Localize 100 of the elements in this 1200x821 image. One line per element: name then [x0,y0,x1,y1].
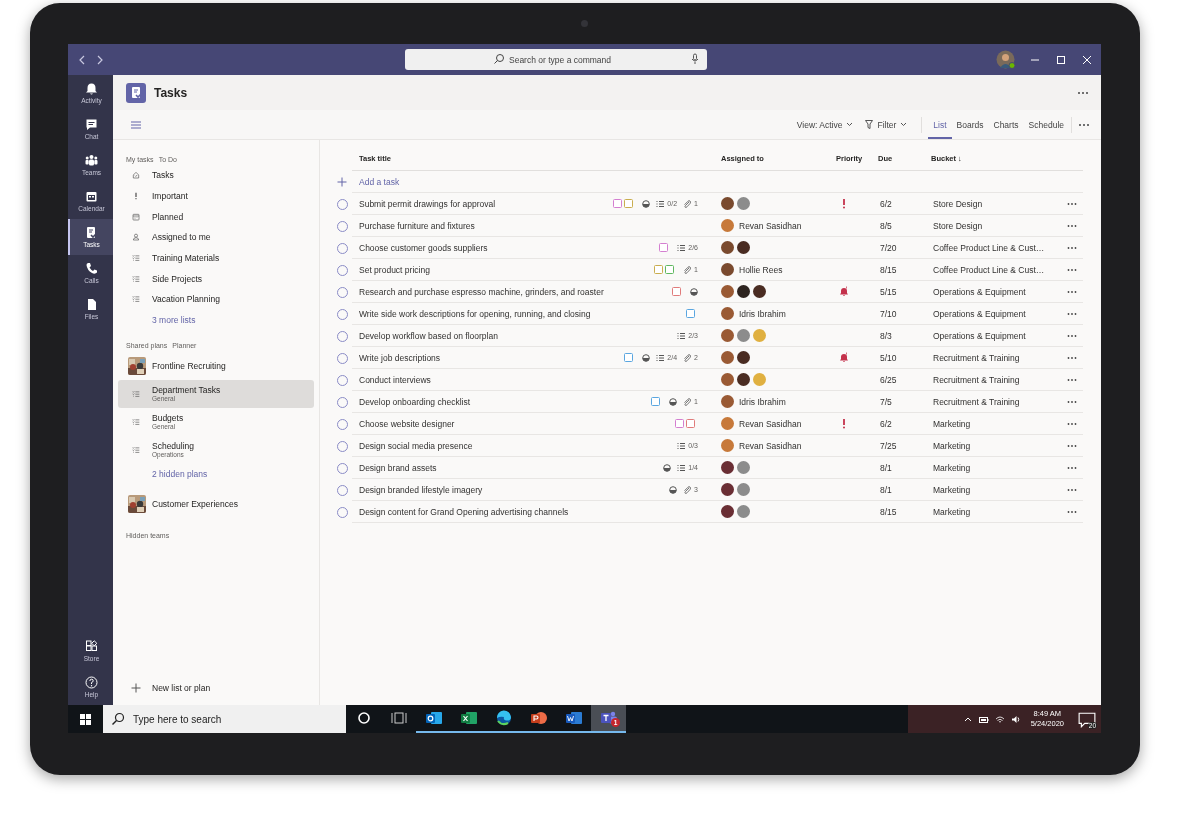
document-app-icon [564,710,583,726]
search-icon [111,712,125,726]
notification-icon[interactable] [1078,712,1096,728]
task-title[interactable]: Develop workflow based on floorplan [352,330,678,341]
paperclip-icon [683,353,692,362]
tab[interactable]: Charts [988,110,1024,139]
checklist-icon [656,353,665,362]
tab[interactable]: List [928,110,952,139]
bucket-name: Operations & Equipment [932,330,1027,341]
sidebar-item[interactable]: Vacation Planning [118,289,314,310]
more-icon[interactable] [1065,311,1078,316]
task-title[interactable]: Design content for Grand Opening advertising channels [352,506,701,517]
sidebar-item[interactable]: Tasks [118,165,314,186]
more-lists-link[interactable]: 3 more lists [152,309,314,330]
search-icon [493,53,505,65]
task-title[interactable]: Purchase furniture and fixtures [352,220,701,231]
paperclip-icon [683,397,692,406]
tab[interactable]: Schedule [1023,110,1069,139]
hidden-plans-link[interactable]: 2 hidden plans [152,463,314,484]
bucket-name: Recruitment & Training [932,374,1021,385]
sidebar-item[interactable]: Frontline Recruiting [118,351,314,380]
more-icon[interactable] [1065,443,1078,448]
new-list-button[interactable]: New list or plan [118,683,314,693]
more-icon[interactable] [1065,355,1078,360]
task-title[interactable]: Research and purchase espresso machine, grinders, and roaster [352,286,672,297]
tab[interactable]: Boards [951,110,989,139]
due-date: 7/20 [879,242,898,253]
more-icon[interactable] [1065,487,1078,492]
add-task-link[interactable]: Add a task [352,176,721,187]
browser-icon [494,710,513,726]
task-title[interactable]: Choose website designer [352,418,675,429]
filter-dropdown[interactable]: Filter [865,119,908,130]
paperclip-icon [683,265,692,274]
more-icon[interactable] [1065,399,1078,404]
windows-icon[interactable] [80,713,91,725]
bucket-name: Store Design [932,220,984,231]
plus-icon[interactable] [337,177,347,187]
assignee-name: Revan Sasidhan [739,440,802,451]
checklist-icon [677,463,686,472]
search-field[interactable]: Type here to search [103,705,346,733]
checklist-icon [132,295,140,304]
sidebar-item[interactable]: Customer Experiences [118,489,314,518]
wifi-icon[interactable] [994,714,1005,724]
sidebar-item[interactable]: Important [118,185,314,207]
store-icon [85,640,98,653]
battery-icon[interactable] [978,714,989,724]
due-date: 8/1 [879,484,893,495]
task-title[interactable]: Set product pricing [352,264,655,275]
task-title[interactable]: Write side work descriptions for opening, running, and closing [352,308,686,319]
more-icon[interactable] [1065,289,1078,294]
calendar-icon [132,212,140,221]
more-icon[interactable] [1065,377,1078,382]
caret-icon [846,122,854,127]
view-dropdown[interactable]: View: Active [796,119,854,130]
task-title[interactable]: Choose customer goods suppliers [352,242,660,253]
calendar-icon [85,190,98,203]
volume-icon[interactable] [1010,714,1021,724]
more-icon[interactable] [1065,201,1078,206]
due-date: 5/10 [879,352,898,363]
sidebar-item[interactable]: Training Materials [118,247,314,269]
more-icon[interactable] [1065,421,1078,426]
task-title[interactable]: Write job descriptions [352,352,625,363]
more-icon[interactable] [1065,223,1078,228]
due-date: 8/15 [879,264,898,275]
teams-icon [85,154,98,167]
sidebar-item[interactable]: Assigned to me [118,227,314,248]
more-icon[interactable] [1065,333,1078,338]
chat-app-icon [599,710,618,726]
task-title[interactable]: Submit permit drawings for approval [352,198,614,209]
task-title[interactable]: Design brand assets [352,462,664,473]
bucket-name: Marketing [932,418,972,429]
assignee-name: Revan Sasidhan [739,220,802,231]
search-field[interactable]: Search or type a command [405,49,707,70]
paperclip-icon [683,485,692,494]
bucket-name: Marketing [932,440,972,451]
more-icon[interactable] [1065,509,1078,514]
checklist-icon [677,441,686,450]
sidebar-item[interactable]: Side Projects [118,268,314,290]
important-icon [132,192,140,201]
more-icon[interactable] [1065,465,1078,470]
due-date: 6/2 [879,198,893,209]
maximize-icon[interactable] [1055,53,1067,66]
microphone-icon[interactable] [689,53,701,65]
checklist-icon [677,243,686,252]
close-icon[interactable] [1081,53,1093,66]
task-title[interactable]: Conduct interviews [352,374,701,385]
checklist-icon [132,417,140,426]
more-icon[interactable] [1078,122,1090,127]
avatar[interactable] [996,50,1015,69]
more-icon[interactable] [1077,90,1089,95]
help-icon [85,676,98,689]
task-title[interactable]: Develop onboarding checklist [352,396,652,407]
task-title[interactable]: Design social media presence [352,440,678,451]
paperclip-icon [683,199,692,208]
sidebar-item[interactable]: Planned [118,206,314,228]
task-title[interactable]: Design branded lifestyle imagery [352,484,670,495]
more-icon[interactable] [1065,267,1078,272]
assignee-name: Revan Sasidhan [739,418,802,429]
camera-icon [581,20,588,27]
more-icon[interactable] [1065,245,1078,250]
